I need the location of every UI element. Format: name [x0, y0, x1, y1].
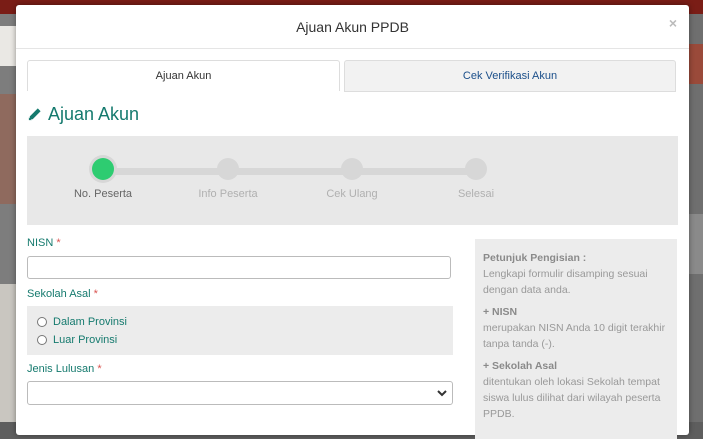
jenis-lulusan-label: Jenis Lulusan * [27, 363, 102, 375]
pencil-icon [28, 108, 41, 121]
background-right [689, 14, 703, 422]
tab-ajuan-akun[interactable]: Ajuan Akun [27, 60, 340, 91]
sekolah-asal-radio-group: Dalam Provinsi Luar Provinsi [27, 306, 453, 355]
nisn-input[interactable] [27, 256, 451, 279]
tab-bar: Ajuan Akun Cek Verifikasi Akun [27, 60, 676, 92]
help-nisn-heading: + NISN [483, 306, 518, 318]
jenis-lulusan-select[interactable] [27, 381, 453, 405]
help-sekolah-text: ditentukan oleh lokasi Sekolah tempat si… [483, 376, 661, 420]
step-dot-active [92, 158, 114, 180]
radio-luar-provinsi[interactable]: Luar Provinsi [37, 331, 443, 349]
step-info-peserta: Info Peserta [168, 158, 288, 200]
section-heading: Ajuan Akun [27, 104, 139, 125]
step-label: Selesai [457, 188, 495, 200]
radio-button[interactable] [37, 317, 47, 327]
close-icon[interactable]: × [669, 15, 677, 31]
modal-header: Ajuan Akun PPDB × [16, 5, 689, 49]
section-title: Ajuan Akun [48, 104, 140, 124]
step-label: Info Peserta [198, 188, 258, 200]
help-sekolah-heading: + Sekolah Asal [483, 360, 558, 372]
required-mark: * [93, 288, 98, 300]
radio-dalam-provinsi[interactable]: Dalam Provinsi [37, 313, 443, 331]
nisn-label: NISN * [27, 237, 61, 249]
help-nisn-text: merupakan NISN Anda 10 digit terakhir ta… [483, 322, 666, 350]
step-dot [341, 158, 363, 180]
chevron-down-icon [437, 390, 447, 397]
step-label: No. Peserta [73, 188, 133, 200]
help-panel: Petunjuk Pengisian : Lengkapi formulir d… [475, 239, 677, 439]
step-no-peserta: No. Peserta [43, 158, 163, 200]
modal-dialog: Ajuan Akun PPDB × Ajuan Akun Cek Verifik… [16, 5, 689, 439]
ajuan-form: NISN * Sekolah Asal * Dalam Provinsi Lua… [27, 237, 453, 405]
step-dot [465, 158, 487, 180]
progress-stepper: No. Peserta Info Peserta Cek Ulang Seles… [27, 136, 678, 225]
help-title: Petunjuk Pengisian : [483, 252, 587, 264]
tab-cek-verifikasi-akun[interactable]: Cek Verifikasi Akun [344, 60, 676, 92]
step-cek-ulang: Cek Ulang [292, 158, 412, 200]
required-mark: * [56, 237, 61, 249]
step-dot [217, 158, 239, 180]
background-left [0, 14, 16, 422]
modal-title: Ajuan Akun PPDB [296, 18, 409, 35]
step-label: Cek Ulang [326, 188, 378, 200]
help-intro: Lengkapi formulir disamping sesuai denga… [483, 268, 648, 296]
sekolah-asal-label: Sekolah Asal * [27, 288, 98, 300]
radio-button[interactable] [37, 335, 47, 345]
required-mark: * [97, 363, 102, 375]
step-selesai: Selesai [416, 158, 536, 200]
